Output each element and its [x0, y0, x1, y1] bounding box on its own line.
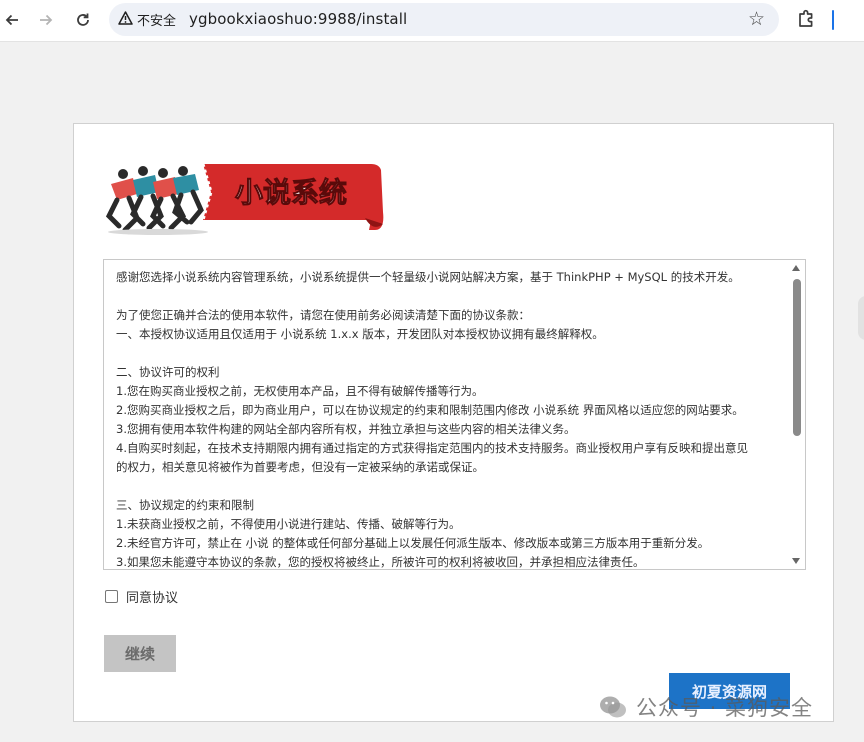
watermark-text: 公众号 · 菜狗安全	[636, 696, 814, 720]
browser-toolbar: 不安全 ygbookxiaoshuo:9988/install ☆	[0, 0, 864, 42]
license-line: 为了使您正确并合法的使用本软件，请您在使用前务必阅读清楚下面的协议条款：	[116, 308, 530, 322]
extensions-icon[interactable]	[795, 8, 819, 32]
license-line: 三、协议规定的约束和限制	[116, 498, 254, 512]
agree-checkbox-row[interactable]: 同意协议	[105, 587, 178, 606]
license-blank-line	[116, 344, 784, 363]
license-line: 1.您在购买商业授权之前，无权使用本产品，且不得有破解传播等行为。	[116, 384, 484, 398]
license-line: 感谢您选择小说系统内容管理系统，小说系统提供一个轻量级小说网站解决方案，基于 T…	[116, 270, 740, 284]
license-line: 3.如果您未能遵守本协议的条款，您的授权将被终止，所被许可的权利将被收回，并承担…	[116, 555, 645, 569]
address-bar[interactable]: 不安全 ygbookxiaoshuo:9988/install ☆	[109, 3, 779, 36]
side-panel-handle[interactable]	[858, 296, 864, 340]
scroll-up-arrow-icon[interactable]	[792, 265, 800, 271]
watermark: 公众号 · 菜狗安全	[598, 692, 813, 722]
url-text[interactable]: ygbookxiaoshuo:9988/install	[189, 10, 407, 28]
license-blank-line	[116, 287, 784, 306]
license-blank-line	[116, 477, 784, 496]
forward-icon[interactable]	[34, 8, 58, 32]
reload-icon[interactable]	[71, 8, 95, 32]
license-line: 二、协议许可的权利	[116, 365, 220, 379]
scroll-down-arrow-icon[interactable]	[792, 558, 800, 564]
agree-label: 同意协议	[126, 591, 179, 606]
security-indicator[interactable]: 不安全	[118, 9, 176, 30]
scroll-thumb[interactable]	[793, 279, 801, 436]
license-line: 1.未获商业授权之前，不得使用小说进行建站、传播、破解等行为。	[116, 517, 461, 531]
back-icon[interactable]	[0, 8, 24, 32]
logo: 小说系统	[103, 160, 393, 236]
security-label: 不安全	[137, 14, 177, 29]
license-line: 2.您购买商业授权之后，即为商业用户，可以在协议规定的约束和限制范围内修改 小说…	[116, 403, 744, 417]
license-line: 的权力，相关意见将被作为首要考虑，但没有一定被采纳的承诺或保证。	[116, 460, 484, 474]
agree-checkbox[interactable]	[105, 590, 118, 603]
license-line: 3.您拥有使用本软件构建的网站全部内容所有权，并独立承担与这些内容的相关法律义务…	[116, 422, 576, 436]
license-scrollbar[interactable]	[788, 260, 805, 569]
license-line: 2.未经官方许可，禁止在 小说 的整体或任何部分基础上以发展任何派生版本、修改版…	[116, 536, 710, 550]
license-textarea[interactable]: 感谢您选择小说系统内容管理系统，小说系统提供一个轻量级小说网站解决方案，基于 T…	[103, 259, 806, 570]
warning-icon	[118, 10, 133, 29]
license-content: 感谢您选择小说系统内容管理系统，小说系统提供一个轻量级小说网站解决方案，基于 T…	[116, 268, 784, 569]
license-line: 4.自购买时刻起，在技术支持期限内拥有通过指定的方式获得指定范围内的技术支持服务…	[116, 441, 748, 455]
continue-button[interactable]: 继续	[104, 635, 176, 672]
logo-title: 小说系统	[235, 176, 347, 209]
license-line: 一、本授权协议适用且仅适用于 小说系统 1.x.x 版本，开发团队对本授权协议拥…	[116, 327, 604, 341]
installer-card: 小说系统 感谢您选择小说系统内容管理系统，小说系统提供一个轻量级小说网站解决方案…	[73, 123, 834, 722]
wechat-icon	[598, 694, 628, 720]
logo-graphic: 小说系统	[105, 163, 384, 235]
star-icon[interactable]: ☆	[748, 8, 765, 30]
profile-divider	[832, 10, 834, 30]
